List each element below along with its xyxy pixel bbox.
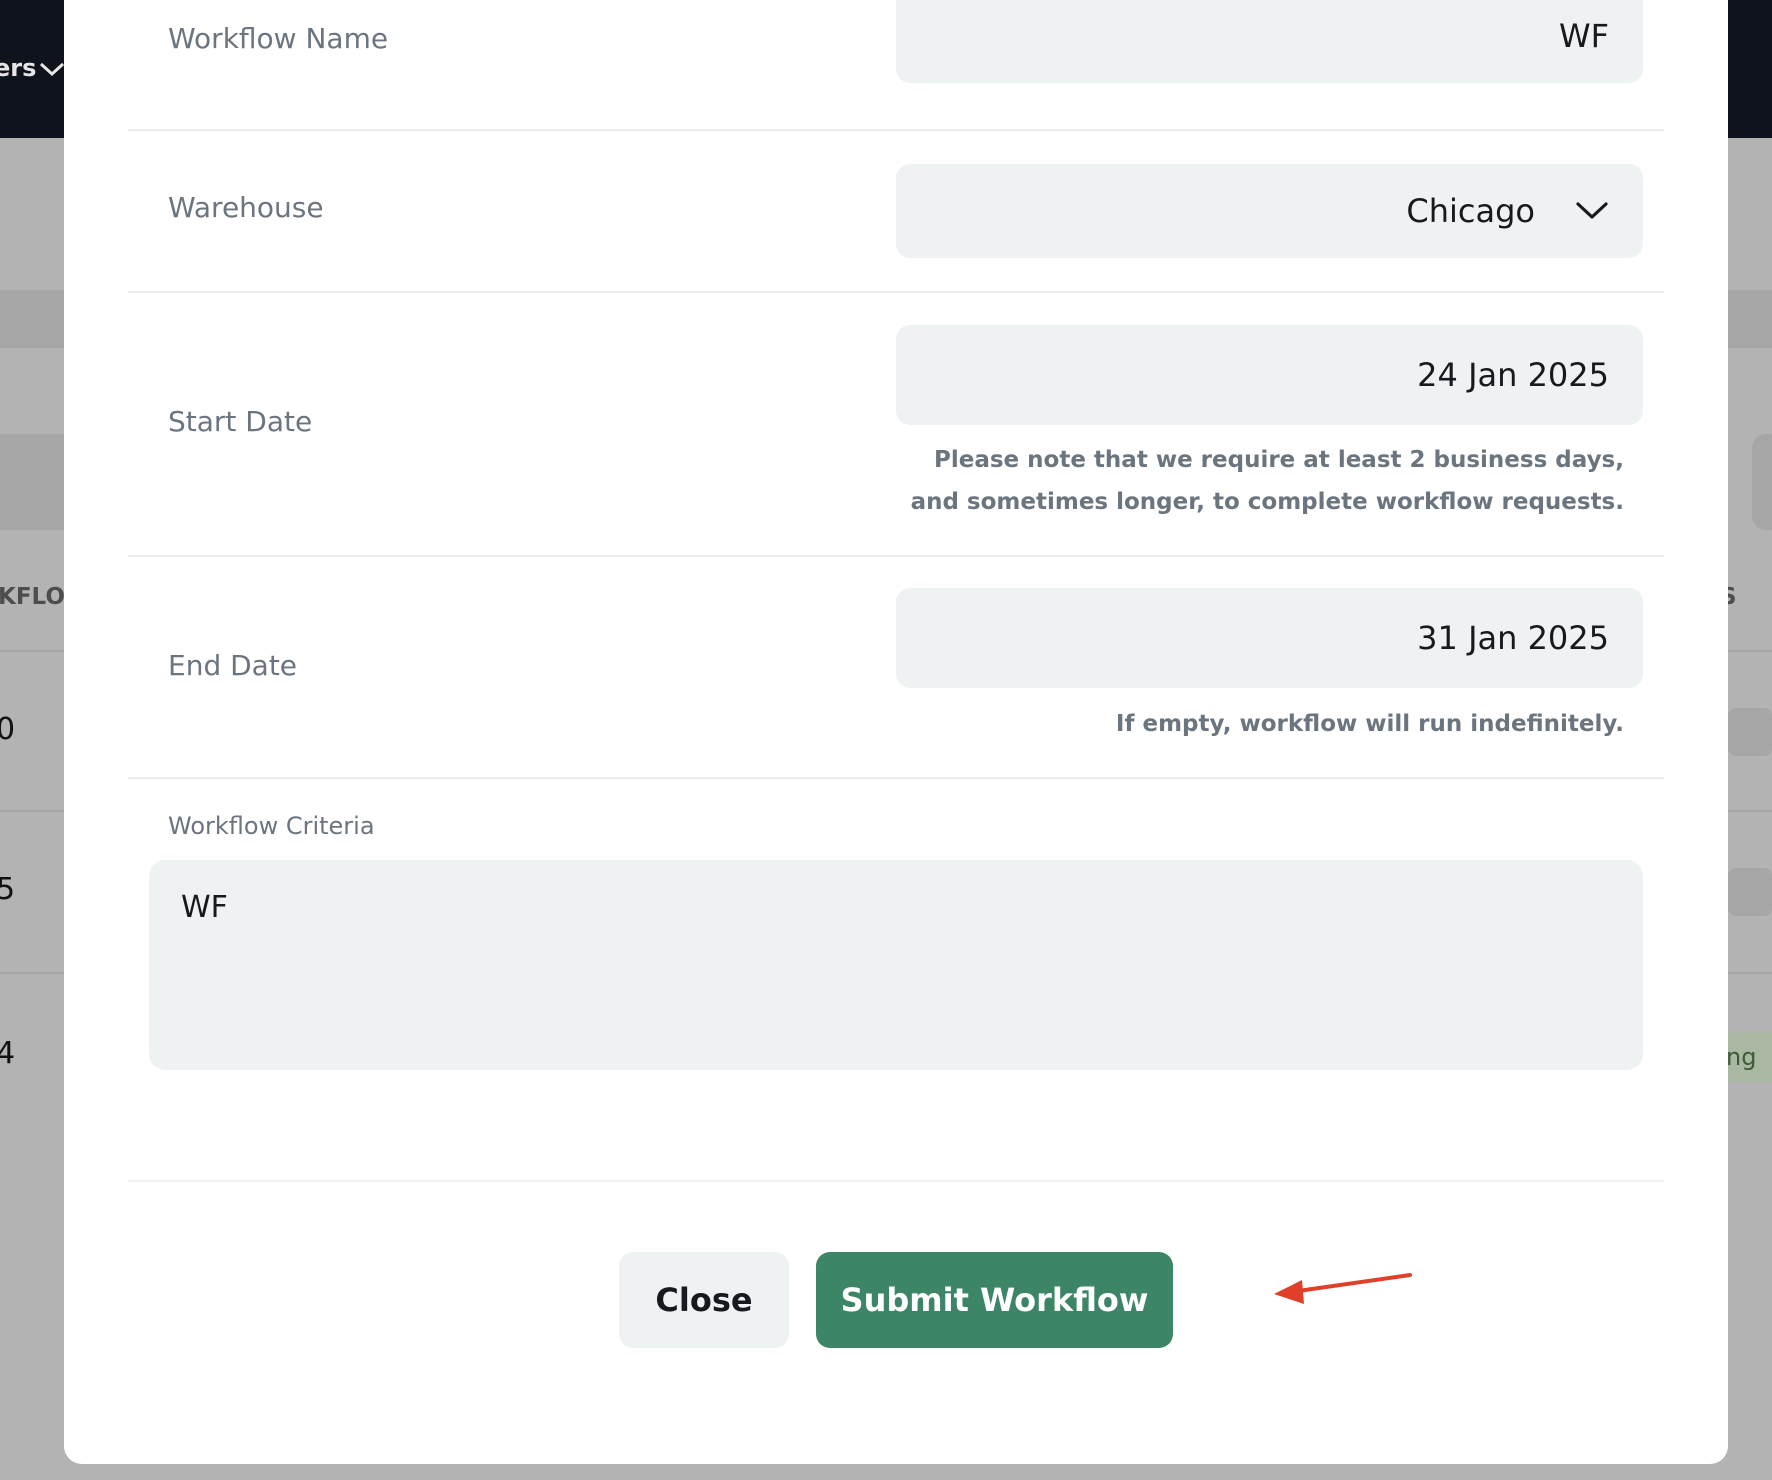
start-date-row: Start Date 24 Jan 2025 Please note that …	[128, 293, 1664, 557]
status-badge: ng	[1722, 1032, 1772, 1082]
chevron-down-icon	[1576, 202, 1608, 219]
footer-divider	[128, 1180, 1664, 1182]
table-chip	[1728, 708, 1772, 756]
submit-workflow-button[interactable]: Submit Workflow	[816, 1252, 1173, 1348]
warehouse-select-value: Chicago	[1406, 192, 1535, 230]
workflow-criteria-label: Workflow Criteria	[168, 812, 375, 840]
workflow-name-input[interactable]: WF	[896, 0, 1643, 83]
end-date-row: End Date 31 Jan 2025 If empty, workflow …	[128, 557, 1664, 779]
table-cell: 4	[0, 1036, 16, 1071]
table-chip	[1728, 868, 1772, 916]
end-date-input[interactable]: 31 Jan 2025	[896, 588, 1643, 688]
workflow-name-row: Workflow Name WF	[128, 0, 1664, 131]
workflow-criteria-textarea[interactable]: WF	[149, 860, 1643, 1070]
table-cell: 0	[0, 712, 16, 747]
start-date-input[interactable]: 24 Jan 2025	[896, 325, 1643, 425]
start-date-label: Start Date	[168, 405, 313, 438]
table-cell: 5	[0, 872, 16, 907]
nav-menu-label: ers	[0, 54, 37, 82]
create-workflow-modal: Workflow Name WF Warehouse Chicago Start…	[64, 0, 1728, 1464]
warehouse-row: Warehouse Chicago	[128, 131, 1664, 293]
workflow-name-label: Workflow Name	[168, 22, 389, 55]
background-filter-left	[0, 434, 70, 530]
warehouse-label: Warehouse	[168, 191, 324, 224]
start-date-note: Please note that we require at least 2 b…	[910, 447, 1624, 515]
end-date-label: End Date	[168, 649, 298, 682]
warehouse-select[interactable]: Chicago	[896, 164, 1643, 258]
end-date-note: If empty, workflow will run indefinitely…	[1115, 711, 1624, 737]
background-filter-right	[1752, 434, 1772, 530]
chevron-down-icon	[39, 62, 65, 77]
annotation-arrow-icon	[1274, 1273, 1412, 1304]
close-button[interactable]: Close	[619, 1252, 789, 1348]
